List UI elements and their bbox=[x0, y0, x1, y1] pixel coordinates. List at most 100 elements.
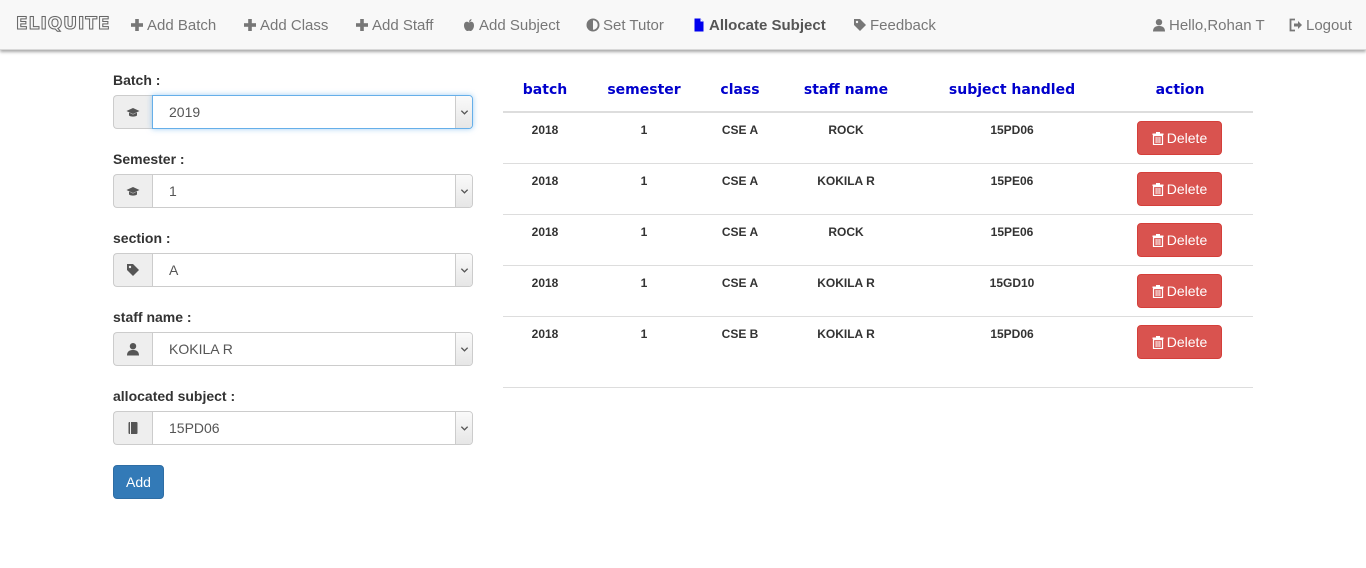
cell-semester: 1 bbox=[640, 174, 648, 188]
trash-icon bbox=[1152, 284, 1164, 298]
trash-icon bbox=[1152, 182, 1164, 196]
cell-class: CSE A bbox=[721, 174, 759, 188]
allocation-table: batch semester class staff name subject … bbox=[503, 72, 1253, 388]
cell-subject: 15GD10 bbox=[989, 276, 1035, 290]
nav-allocate-subject[interactable]: Allocate Subject bbox=[691, 15, 826, 35]
chevron-down-icon[interactable] bbox=[455, 254, 472, 286]
delete-button[interactable]: Delete bbox=[1137, 274, 1222, 308]
header-class: class bbox=[720, 82, 760, 98]
nav-add-staff-label: Add Staff bbox=[372, 16, 434, 34]
chevron-down-icon[interactable] bbox=[455, 412, 472, 444]
table-row: 2018 1 CSE A KOKILA R 15PE06 Delete bbox=[503, 164, 1253, 215]
nav-add-subject[interactable]: Add Subject bbox=[461, 15, 560, 35]
logout-link[interactable]: Logout bbox=[1288, 15, 1352, 35]
header-subject-handled: subject handled bbox=[948, 82, 1076, 98]
cell-staff: KOKILA R bbox=[817, 276, 875, 290]
header-batch: batch bbox=[522, 82, 568, 98]
delete-label: Delete bbox=[1166, 232, 1208, 248]
section-input-group: A bbox=[113, 253, 473, 287]
nav-feedback-label: Feedback bbox=[870, 16, 936, 34]
cell-class: CSE A bbox=[721, 123, 759, 137]
plus-icon bbox=[129, 18, 144, 33]
table-row: 2018 1 CSE A KOKILA R 15GD10 Delete bbox=[503, 266, 1253, 317]
header-semester: semester bbox=[607, 82, 681, 98]
trash-icon bbox=[1152, 233, 1164, 247]
user-greeting-label: Hello,Rohan T bbox=[1169, 16, 1265, 34]
apple-icon bbox=[461, 18, 476, 33]
nav-add-subject-label: Add Subject bbox=[479, 16, 560, 34]
allocated-subject-select[interactable]: 15PD06 bbox=[152, 411, 473, 445]
table-footer-divider bbox=[503, 368, 1253, 388]
user-greeting[interactable]: Hello,Rohan T bbox=[1151, 15, 1265, 35]
delete-button[interactable]: Delete bbox=[1137, 121, 1222, 155]
cell-subject: 15PD06 bbox=[990, 327, 1034, 341]
table-header: batch semester class staff name subject … bbox=[503, 72, 1253, 113]
nav-add-batch[interactable]: Add Batch bbox=[129, 15, 216, 35]
staff-name-input-group: KOKILA R bbox=[113, 332, 473, 366]
semester-select-value: 1 bbox=[169, 183, 177, 199]
delete-label: Delete bbox=[1166, 283, 1208, 299]
semester-input-group: 1 bbox=[113, 174, 473, 208]
section-select[interactable]: A bbox=[152, 253, 473, 287]
cell-semester: 1 bbox=[640, 276, 648, 290]
trash-icon bbox=[1152, 131, 1164, 145]
trash-icon bbox=[1152, 335, 1164, 349]
plus-icon bbox=[354, 18, 369, 33]
nav-set-tutor[interactable]: Set Tutor bbox=[585, 15, 664, 35]
cell-semester: 1 bbox=[640, 327, 648, 341]
chevron-down-icon[interactable] bbox=[455, 175, 472, 207]
table-row: 2018 1 CSE A ROCK 15PD06 Delete bbox=[503, 113, 1253, 164]
cell-batch: 2018 bbox=[531, 123, 559, 137]
delete-button[interactable]: Delete bbox=[1137, 172, 1222, 206]
nav-add-staff[interactable]: Add Staff bbox=[354, 15, 433, 35]
chevron-down-icon[interactable] bbox=[455, 96, 472, 128]
logout-icon bbox=[1288, 18, 1303, 33]
delete-label: Delete bbox=[1166, 181, 1208, 197]
user-icon bbox=[1151, 18, 1166, 33]
nav-add-class[interactable]: Add Class bbox=[242, 15, 328, 35]
add-button[interactable]: Add bbox=[113, 465, 164, 499]
chevron-down-icon[interactable] bbox=[455, 333, 472, 365]
tag-icon bbox=[852, 18, 867, 33]
cell-staff: KOKILA R bbox=[817, 327, 875, 341]
graduation-cap-icon bbox=[113, 95, 152, 129]
tag-icon bbox=[113, 253, 152, 287]
cell-class: CSE B bbox=[721, 327, 759, 341]
batch-label: Batch : bbox=[113, 72, 161, 88]
batch-select-value: 2019 bbox=[169, 104, 201, 120]
allocated-subject-input-group: 15PD06 bbox=[113, 411, 473, 445]
cell-subject: 15PE06 bbox=[990, 174, 1034, 188]
delete-button[interactable]: Delete bbox=[1137, 325, 1222, 359]
section-select-value: A bbox=[169, 262, 179, 278]
allocated-subject-select-value: 15PD06 bbox=[169, 420, 220, 436]
staff-name-label: staff name : bbox=[113, 309, 192, 325]
user-icon bbox=[113, 332, 152, 366]
allocated-subject-label: allocated subject : bbox=[113, 388, 236, 404]
cell-subject: 15PD06 bbox=[990, 123, 1034, 137]
delete-button[interactable]: Delete bbox=[1137, 223, 1222, 257]
cell-batch: 2018 bbox=[531, 174, 559, 188]
logout-label: Logout bbox=[1306, 16, 1352, 34]
cell-subject: 15PE06 bbox=[990, 225, 1034, 239]
cell-batch: 2018 bbox=[531, 327, 559, 341]
table-row: 2018 1 CSE B KOKILA R 15PD06 Delete bbox=[503, 317, 1253, 368]
cell-staff: ROCK bbox=[828, 225, 864, 239]
staff-name-select[interactable]: KOKILA R bbox=[152, 332, 473, 366]
book-icon bbox=[113, 411, 152, 445]
semester-label: Semester : bbox=[113, 151, 185, 167]
semester-select[interactable]: 1 bbox=[152, 174, 473, 208]
brand-logo[interactable]: ELIQUITE bbox=[16, 14, 111, 35]
nav-add-class-label: Add Class bbox=[260, 16, 329, 34]
cell-staff: ROCK bbox=[828, 123, 864, 137]
header-action: action bbox=[1155, 82, 1205, 98]
delete-label: Delete bbox=[1166, 334, 1208, 350]
plus-icon bbox=[242, 18, 257, 33]
nav-feedback[interactable]: Feedback bbox=[852, 15, 936, 35]
nav-add-batch-label: Add Batch bbox=[147, 16, 217, 34]
staff-name-select-value: KOKILA R bbox=[169, 341, 233, 357]
cell-staff: KOKILA R bbox=[817, 174, 875, 188]
cell-batch: 2018 bbox=[531, 276, 559, 290]
file-icon bbox=[691, 18, 706, 33]
graduation-cap-icon bbox=[113, 174, 152, 208]
batch-select[interactable]: 2019 bbox=[152, 95, 473, 129]
